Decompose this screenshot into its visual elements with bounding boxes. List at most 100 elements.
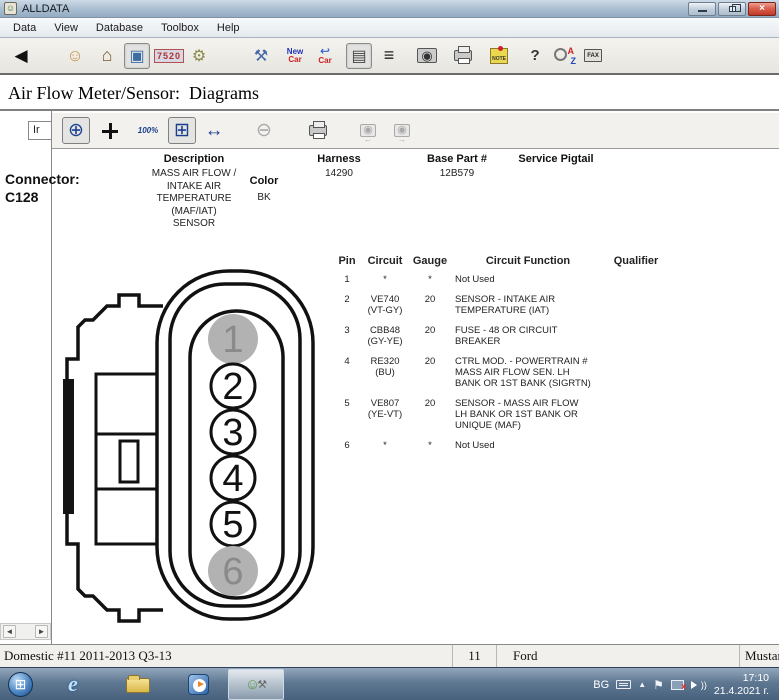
next-image-button[interactable]: ◉→ [388,117,416,144]
report-view-button[interactable]: ▤ [346,43,372,69]
menu-help[interactable]: Help [208,19,249,37]
restore-icon [729,6,736,12]
gear-clock-icon: ⚙ [192,46,206,66]
language-indicator[interactable]: BG [593,679,609,691]
base-part-column-header: Base Part # [413,153,501,165]
pin-row-6: 6 * * Not Used [335,440,665,451]
diagram-print-button[interactable] [304,117,332,144]
pin-5: 5 [211,502,255,546]
pin-4: 4 [211,456,255,500]
zoom-100-button[interactable]: 100% [134,117,162,144]
printer-icon [454,50,472,61]
show-hidden-icons[interactable]: ▲ [638,680,646,689]
menu-toolbox[interactable]: Toolbox [152,19,208,37]
start-button[interactable]: ⊞ [8,672,33,697]
pin-row-2: 2 VE740 (VT-GY) 20 SENSOR - INTAKE AIR T… [335,294,665,316]
menu-database[interactable]: Database [87,19,152,37]
repair-tools-button[interactable]: ⚒ [248,43,274,69]
az-search-icon: AZ [554,46,576,66]
az-search-button[interactable]: AZ [552,43,578,69]
pin-1: 1 [208,314,258,364]
alldata-wrench-icon: ⚒ [257,678,267,691]
file-explorer-icon[interactable] [126,678,150,693]
mascot-button[interactable]: ☺ [62,43,88,69]
action-center-icon[interactable]: ⚑ [653,678,664,692]
close-button[interactable]: × [748,2,776,16]
scroll-right-button[interactable]: ► [35,625,48,638]
base-part-value: 12B579 [413,168,501,179]
window-title: ALLDATA [22,3,69,15]
status-vehicle-group: Domestic #11 2011-2013 Q3-13 [0,645,453,667]
print-button[interactable] [450,43,476,69]
report-view-icon: ▤ [351,46,366,66]
connector-diagram: 1 2 3 4 5 6 [63,259,319,623]
previous-image-button[interactable]: ◉← [354,117,382,144]
odometer-icon: 7520 [154,49,184,63]
menu-bar: Data View Database Toolbox Help [0,18,779,38]
scroll-left-button[interactable]: ◄ [3,625,16,638]
odometer-button[interactable]: 7520 [154,43,184,69]
media-player-icon[interactable]: ► [188,674,209,695]
connector-lock-tab [63,379,74,514]
status-bar: Domestic #11 2011-2013 Q3-13 11 Ford Mus… [0,644,779,667]
status-make: Ford [497,645,740,667]
alldata-window: ☺ ALLDATA × Data View Database Toolbox H… [0,0,779,700]
connector-label: Connector: [5,171,80,187]
zoom-in-icon: ⊕ [68,119,84,142]
help-button[interactable]: ? [522,43,548,69]
status-model: Mustang [740,645,779,667]
help-icon: ? [530,47,539,64]
svg-text:2: 2 [222,366,243,408]
new-car-icon: NewCar [287,48,303,64]
note-button[interactable]: NOTE [486,43,512,69]
sidebar-tab[interactable]: Ir [28,121,52,140]
zoom-out-button[interactable]: ⊖ [250,117,278,144]
connector-inner-box-top [96,374,158,434]
zoom-out-icon: ⊖ [256,119,272,142]
zoom-in-button[interactable]: ⊕ [62,117,90,144]
fit-width-icon: ↔ [205,120,224,142]
pin-3: 3 [211,410,255,454]
pin-row-4: 4 RE320 (BU) 20 CTRL MOD. - POWERTRAIN #… [335,356,665,389]
menu-view[interactable]: View [45,19,87,37]
fit-page-icon: ⊞ [174,119,190,142]
fit-page-button[interactable]: ⊞ [168,117,196,144]
pan-icon [102,123,118,139]
connector-inner-box-small [120,441,138,482]
camera-button[interactable]: ◉ [414,43,440,69]
harness-column-header: Harness [303,153,375,165]
maintenance-schedule-button[interactable]: ⚙ [186,43,212,69]
alldata-app-icon: ☺ [4,2,17,15]
home-icon: ⌂ [102,45,113,66]
volume-icon[interactable]: )) [691,680,707,690]
minimize-button[interactable] [688,2,716,16]
minimize-icon [698,10,707,12]
harness-value: 14290 [303,168,375,179]
camera-icon: ◉ [417,48,436,63]
menu-data[interactable]: Data [4,19,45,37]
network-icon[interactable]: × [671,680,684,690]
fax-button[interactable]: FAX [580,43,606,69]
svg-text:3: 3 [222,412,243,454]
fit-width-button[interactable]: ↔ [200,117,228,144]
connector-description: MASS AIR FLOW / INTAKE AIR TEMPERATURE (… [140,168,248,231]
restore-button[interactable] [718,2,746,16]
back-button[interactable]: ◀ [8,43,34,69]
title-bar: ☺ ALLDATA × [0,0,779,18]
home-button[interactable]: ⌂ [94,43,120,69]
text-lines-icon: ≡ [384,45,395,66]
previous-car-button[interactable]: ↩Car [312,43,338,69]
internet-explorer-icon[interactable]: e [68,671,78,697]
note-icon: NOTE [490,48,508,64]
pan-button[interactable] [96,117,124,144]
keyboard-icon[interactable] [616,680,631,689]
svg-text:6: 6 [222,551,243,593]
alldata-taskbar-button[interactable]: ☺ ⚒ [228,669,284,700]
main-toolbar: ◀ ☺ ⌂ ▣ 7520 ⚙ ⚒ NewCar ↩Car ▤ ≡ ◉ NOTE … [0,38,779,75]
clock[interactable]: 17:10 21.4.2021 г. [714,672,777,698]
sidebar-horizontal-scrollbar[interactable]: ◄ ► [0,623,51,640]
new-car-button[interactable]: NewCar [282,43,308,69]
vehicle-diagnostics-button[interactable]: ▣ [124,43,150,69]
text-view-button[interactable]: ≡ [376,43,402,69]
svg-text:4: 4 [222,458,243,500]
